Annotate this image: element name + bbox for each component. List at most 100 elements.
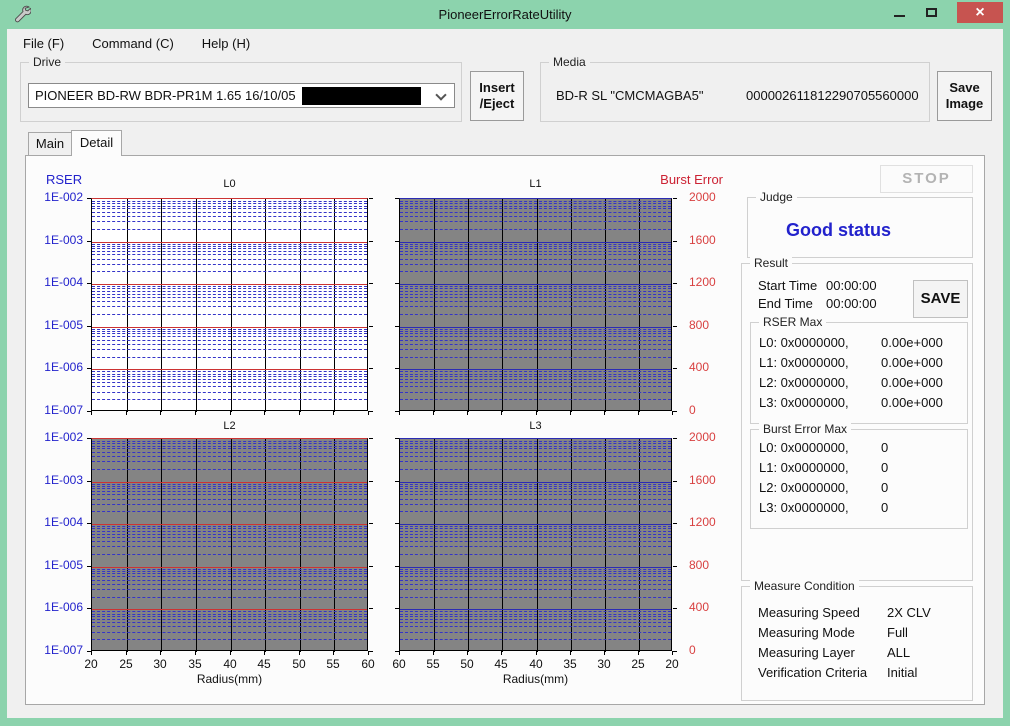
- minor-gridline: [92, 589, 367, 590]
- y-tick: [395, 438, 399, 439]
- minor-gridline: [400, 526, 671, 527]
- maximize-icon: [926, 8, 937, 17]
- minor-gridline: [400, 248, 671, 249]
- rser-tick-label: 1E-006: [31, 360, 83, 374]
- decade-line: [400, 284, 671, 285]
- y-tick: [369, 438, 373, 439]
- rser-tick-label: 1E-002: [31, 190, 83, 204]
- menu-command[interactable]: Command (C): [80, 31, 186, 56]
- y-tick: [395, 368, 399, 369]
- x-tick-label: 20: [76, 657, 106, 671]
- y-tick: [673, 438, 677, 439]
- y-tick: [369, 651, 373, 652]
- minor-gridline: [400, 448, 671, 449]
- menu-help[interactable]: Help (H): [190, 31, 262, 56]
- minor-gridline: [92, 494, 367, 495]
- tab-detail[interactable]: Detail: [71, 130, 122, 156]
- stop-button[interactable]: STOP: [880, 165, 973, 193]
- x-tick-label: 60: [353, 657, 383, 671]
- minor-gridline: [400, 597, 671, 598]
- decade-line: [400, 609, 671, 610]
- burst-tick-label: 800: [689, 318, 739, 332]
- x-tick-label: 40: [521, 657, 551, 671]
- rser-tick-label: 1E-003: [31, 473, 83, 487]
- minor-gridline: [400, 446, 671, 447]
- minor-gridline: [400, 264, 671, 265]
- minor-gridline: [400, 569, 671, 570]
- minor-gridline: [92, 571, 367, 572]
- drive-select[interactable]: PIONEER BD-RW BDR-PR1M 1.65 16/10/05: [28, 83, 455, 108]
- x-tick-label: 55: [318, 657, 348, 671]
- minor-gridline: [400, 251, 671, 252]
- rser-tick-label: 1E-007: [31, 403, 83, 417]
- minor-gridline: [400, 376, 671, 377]
- insert-eject-button[interactable]: Insert /Eject: [470, 71, 524, 121]
- insert-eject-label-2: /Eject: [480, 96, 515, 112]
- app-window: PioneerErrorRateUtility × File (F) Comma…: [0, 0, 1010, 726]
- minor-gridline: [400, 554, 671, 555]
- minor-gridline: [400, 344, 671, 345]
- plot-l0: [91, 198, 368, 411]
- minor-gridline: [92, 221, 367, 222]
- chevron-down-icon[interactable]: [435, 89, 446, 100]
- close-button[interactable]: ×: [957, 2, 1003, 23]
- menu-file[interactable]: File (F): [11, 31, 76, 56]
- y-tick: [87, 523, 91, 524]
- maximize-button[interactable]: [916, 0, 946, 24]
- y-tick: [369, 608, 373, 609]
- x-tick: [399, 651, 400, 655]
- minor-gridline: [400, 469, 671, 470]
- minor-gridline: [400, 534, 671, 535]
- end-time-value: 00:00:00: [826, 296, 877, 311]
- x-tick: [126, 651, 127, 655]
- minor-gridline: [400, 456, 671, 457]
- decade-line: [92, 327, 367, 328]
- minor-gridline: [400, 254, 671, 255]
- minor-gridline: [92, 626, 367, 627]
- y-tick: [395, 608, 399, 609]
- minor-gridline: [400, 333, 671, 334]
- x-tick: [264, 411, 265, 415]
- save-button[interactable]: SAVE: [913, 280, 968, 318]
- media-type: BD-R SL "CMCMAGBA5": [556, 88, 703, 103]
- decade-line: [400, 327, 671, 328]
- y-tick: [395, 411, 399, 412]
- x-tick: [160, 411, 161, 415]
- minor-gridline: [400, 639, 671, 640]
- minor-gridline: [400, 314, 671, 315]
- minimize-icon: [894, 15, 905, 17]
- minor-gridline: [400, 504, 671, 505]
- minor-gridline: [92, 340, 367, 341]
- rser-tick-label: 1E-005: [31, 318, 83, 332]
- measuring-mode-label: Measuring Mode: [758, 625, 855, 640]
- minimize-button[interactable]: [884, 0, 914, 24]
- y-tick: [369, 411, 373, 412]
- rser-max-groupbox: RSER Max L0: 0x0000000, 0.00e+000 L1: 0x…: [750, 322, 968, 424]
- y-tick: [87, 566, 91, 567]
- judge-group-label: Judge: [756, 190, 797, 204]
- y-tick: [395, 198, 399, 199]
- minor-gridline: [92, 291, 367, 292]
- minor-gridline: [92, 246, 367, 247]
- tab-main[interactable]: Main: [28, 132, 72, 155]
- rser-tick-label: 1E-004: [31, 515, 83, 529]
- decade-line: [92, 567, 367, 568]
- minor-gridline: [400, 626, 671, 627]
- minor-gridline: [92, 469, 367, 470]
- decade-line: [400, 524, 671, 525]
- burst-max-row-l1-value: 0: [881, 460, 888, 475]
- minor-gridline: [92, 541, 367, 542]
- minor-gridline: [400, 452, 671, 453]
- minor-gridline: [400, 244, 671, 245]
- x-tick-label: 45: [249, 657, 279, 671]
- x-tick-label: 35: [555, 657, 585, 671]
- minor-gridline: [92, 357, 367, 358]
- decade-line: [92, 609, 367, 610]
- plot-l1: [399, 198, 672, 411]
- minor-gridline: [400, 441, 671, 442]
- x-tick: [160, 651, 161, 655]
- minor-gridline: [400, 399, 671, 400]
- save-image-button[interactable]: Save Image: [937, 71, 992, 121]
- media-groupbox: Media BD-R SL "CMCMAGBA5" 00000261181229…: [540, 62, 930, 122]
- y-tick: [673, 481, 677, 482]
